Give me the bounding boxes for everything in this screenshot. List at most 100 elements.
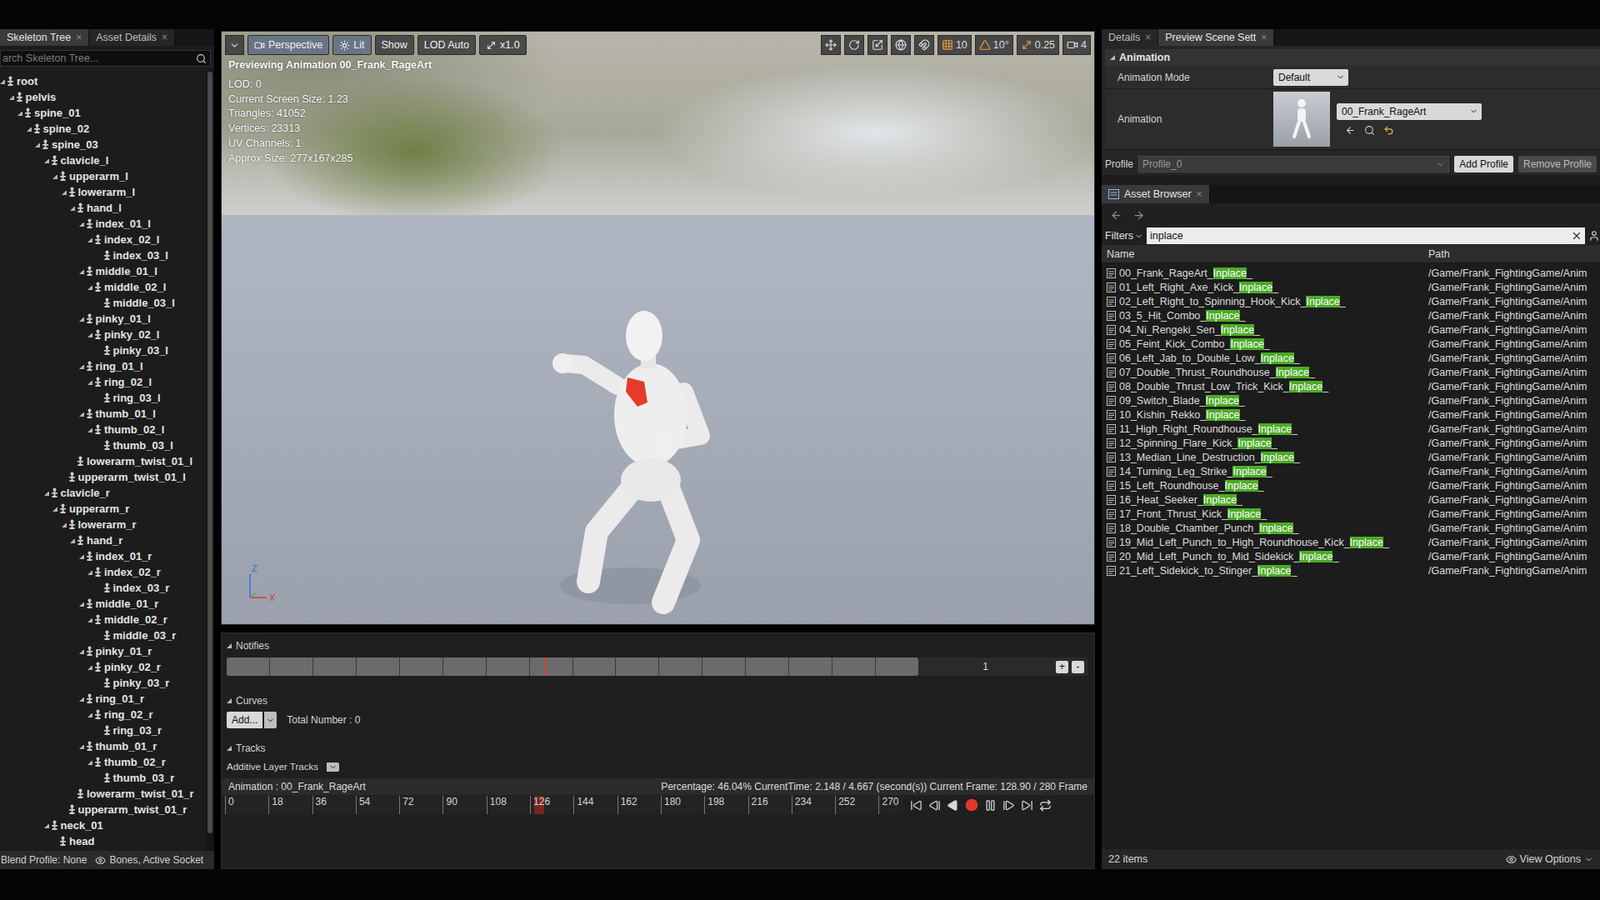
expand-arrow-icon[interactable] xyxy=(87,712,93,718)
asset-row[interactable]: 17_Front_Thrust_Kick_Inplace_/Game/Frank… xyxy=(1101,506,1600,521)
browse-icon[interactable] xyxy=(1364,125,1375,136)
asset-row[interactable]: 15_Left_Roundhouse_Inplace_/Game/Frank_F… xyxy=(1101,478,1600,493)
animation-asset-select[interactable]: 00_Frank_RageArt xyxy=(1336,103,1482,120)
bone-row[interactable]: middle_02_r xyxy=(0,611,206,628)
asset-row[interactable]: 07_Double_Thrust_Roundhouse_Inplace_/Gam… xyxy=(1101,365,1600,380)
asset-row[interactable]: 21_Left_Sidekick_to_Stinger_Inplace_/Gam… xyxy=(1101,563,1600,578)
asset-row[interactable]: 13_Median_Line_Destruction_Inplace_/Game… xyxy=(1101,450,1600,465)
viewport-button[interactable]: Show xyxy=(375,35,415,55)
expand-arrow-icon[interactable] xyxy=(9,95,15,100)
bone-row[interactable]: pinky_03_l xyxy=(0,342,206,359)
animation-mode-select[interactable]: Default xyxy=(1273,69,1349,86)
bone-row[interactable]: clavicle_r xyxy=(0,485,206,501)
bone-row[interactable]: index_02_r xyxy=(0,564,206,580)
blend-profile[interactable]: Blend Profile: None xyxy=(0,854,87,866)
expand-arrow-icon[interactable] xyxy=(61,190,67,195)
panel-tab[interactable]: Asset Details× xyxy=(89,29,175,46)
bone-row[interactable]: pelvis xyxy=(0,89,206,105)
step-back-icon[interactable] xyxy=(928,799,941,812)
filters-button[interactable]: Filters xyxy=(1105,230,1144,242)
tab-close[interactable]: × xyxy=(161,31,168,44)
remove-notify-button[interactable]: - xyxy=(1071,660,1085,674)
viewport-button[interactable]: Perspective xyxy=(247,35,330,55)
bone-row[interactable]: middle_02_l xyxy=(0,279,206,295)
additive-tracks-row[interactable]: Additive Layer Tracks xyxy=(226,758,1088,775)
expand-arrow-icon[interactable] xyxy=(70,205,75,211)
expand-arrow-icon[interactable] xyxy=(96,775,102,781)
tracks-header[interactable]: Tracks xyxy=(226,740,1088,756)
bone-row[interactable]: middle_01_l xyxy=(0,263,206,280)
asset-row[interactable]: 09_Switch_Blade_Inplace_/Game/Frank_Figh… xyxy=(1101,393,1600,408)
bone-row[interactable]: index_03_r xyxy=(0,580,206,596)
expand-arrow-icon[interactable] xyxy=(52,506,58,512)
world-local-button[interactable] xyxy=(890,35,911,55)
expand-arrow-icon[interactable] xyxy=(52,839,58,845)
asset-row[interactable]: 14_Turning_Leg_Strike_Inplace_/Game/Fran… xyxy=(1101,464,1600,479)
bone-row[interactable]: hand_r xyxy=(0,532,206,549)
skip-to-end-icon[interactable] xyxy=(1020,799,1034,812)
panel-tab[interactable]: Skeleton Tree× xyxy=(0,29,90,46)
scrollbar[interactable] xyxy=(205,70,215,851)
asset-row[interactable]: 11_High_Right_Roundhouse_Inplace_/Game/F… xyxy=(1101,421,1600,436)
viewport[interactable]: ZXPerspectiveLitShowLOD Autox1.01010°0.2… xyxy=(220,30,1095,625)
expand-arrow-icon[interactable] xyxy=(0,79,5,85)
bone-row[interactable]: lowerarm_r xyxy=(0,516,206,533)
bone-row[interactable]: thumb_03_l xyxy=(0,437,206,454)
bone-row[interactable]: middle_01_r xyxy=(0,595,206,612)
add-profile-button[interactable]: Add Profile xyxy=(1454,155,1514,173)
asset-row[interactable]: 19_Mid_Left_Punch_to_High_Roundhouse_Kic… xyxy=(1101,535,1600,550)
column-header[interactable]: Path xyxy=(1423,248,1600,260)
skip-to-start-icon[interactable] xyxy=(910,799,923,812)
bone-row[interactable]: ring_03_l xyxy=(0,390,206,406)
expand-arrow-icon[interactable] xyxy=(70,538,75,544)
asset-row[interactable]: 03_5_Hit_Combo_Inplace_/Game/Frank_Fight… xyxy=(1101,308,1600,323)
panel-tab[interactable]: Preview Scene Sett× xyxy=(1158,29,1275,46)
animation-thumbnail[interactable] xyxy=(1273,91,1330,147)
expand-arrow-icon[interactable] xyxy=(87,665,93,670)
expand-arrow-icon[interactable] xyxy=(17,110,23,116)
expand-arrow-icon[interactable] xyxy=(79,221,85,227)
bone-row[interactable]: ring_01_l xyxy=(0,358,206,375)
asset-search[interactable]: inplace xyxy=(1146,227,1585,245)
translate-button[interactable] xyxy=(820,35,841,55)
asset-row[interactable]: 01_Left_Right_Axe_Kick_Inplace_/Game/Fra… xyxy=(1101,280,1600,295)
bone-row[interactable]: upperarm_r xyxy=(0,500,206,517)
bone-row[interactable]: upperarm_twist_01_r xyxy=(0,801,206,818)
expand-arrow-icon[interactable] xyxy=(26,126,32,132)
tab-close[interactable]: × xyxy=(1145,31,1151,44)
view-options-button[interactable]: View Options xyxy=(1505,853,1594,865)
use-selected-icon[interactable] xyxy=(1345,125,1356,136)
bone-row[interactable]: thumb_01_l xyxy=(0,405,206,422)
expand-arrow-icon[interactable] xyxy=(96,348,102,354)
bone-row[interactable]: ring_03_r xyxy=(0,722,206,739)
tab-close[interactable]: × xyxy=(1260,31,1267,44)
expand-arrow-icon[interactable] xyxy=(96,633,102,639)
bone-row[interactable]: middle_03_l xyxy=(0,295,206,311)
viewport-menu-button[interactable] xyxy=(225,35,245,55)
expand-arrow-icon[interactable] xyxy=(79,316,85,322)
grid-snap-button[interactable]: 10 xyxy=(937,35,972,55)
surface-snap-button[interactable] xyxy=(914,35,935,55)
expand-arrow-icon[interactable] xyxy=(79,411,85,417)
bone-row[interactable]: neck_01 xyxy=(0,817,206,834)
bone-row[interactable]: head xyxy=(0,833,206,850)
expand-arrow-icon[interactable] xyxy=(87,570,93,575)
expand-arrow-icon[interactable] xyxy=(44,490,50,496)
asset-row[interactable]: 18_Double_Chamber_Punch_Inplace_/Game/Fr… xyxy=(1101,520,1600,535)
bone-row[interactable]: upperarm_l xyxy=(0,168,206,185)
bone-row[interactable]: ring_02_l xyxy=(0,374,206,390)
bone-row[interactable]: pinky_02_l xyxy=(0,326,206,343)
remove-profile-button[interactable]: Remove Profile xyxy=(1518,155,1597,173)
angle-snap-button[interactable]: 10° xyxy=(975,35,1014,55)
expand-arrow-icon[interactable] xyxy=(79,269,85,275)
frame-ruler[interactable]: 0183654729010812614416218019821623425227… xyxy=(225,795,904,815)
expand-arrow-icon[interactable] xyxy=(87,760,93,765)
bone-row[interactable]: root xyxy=(0,73,206,90)
expand-arrow-icon[interactable] xyxy=(87,427,93,433)
asset-browser-tab[interactable]: Asset Browser× xyxy=(1101,185,1210,204)
expand-arrow-icon[interactable] xyxy=(96,253,102,259)
bone-row[interactable]: index_03_l xyxy=(0,247,206,264)
expand-arrow-icon[interactable] xyxy=(96,395,102,401)
asset-row[interactable]: 10_Kishin_Rekko_Inplace_/Game/Frank_Figh… xyxy=(1101,407,1600,422)
bone-row[interactable]: thumb_02_l xyxy=(0,421,206,438)
